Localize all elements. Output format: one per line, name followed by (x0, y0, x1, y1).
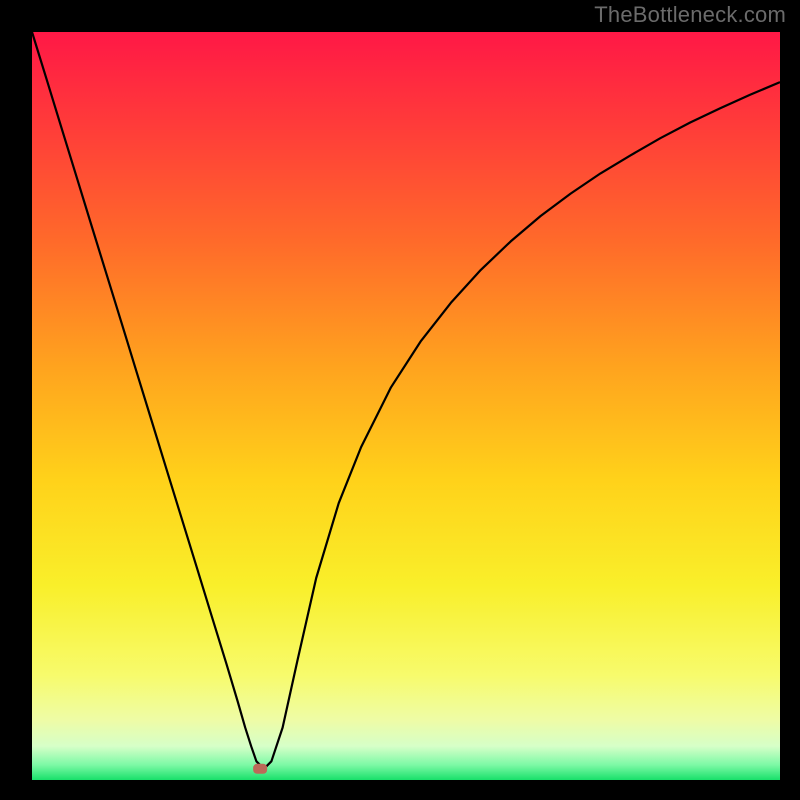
current-marker (253, 764, 267, 774)
bottleneck-chart (0, 0, 800, 800)
gradient-background (32, 32, 780, 780)
chart-frame: TheBottleneck.com (0, 0, 800, 800)
